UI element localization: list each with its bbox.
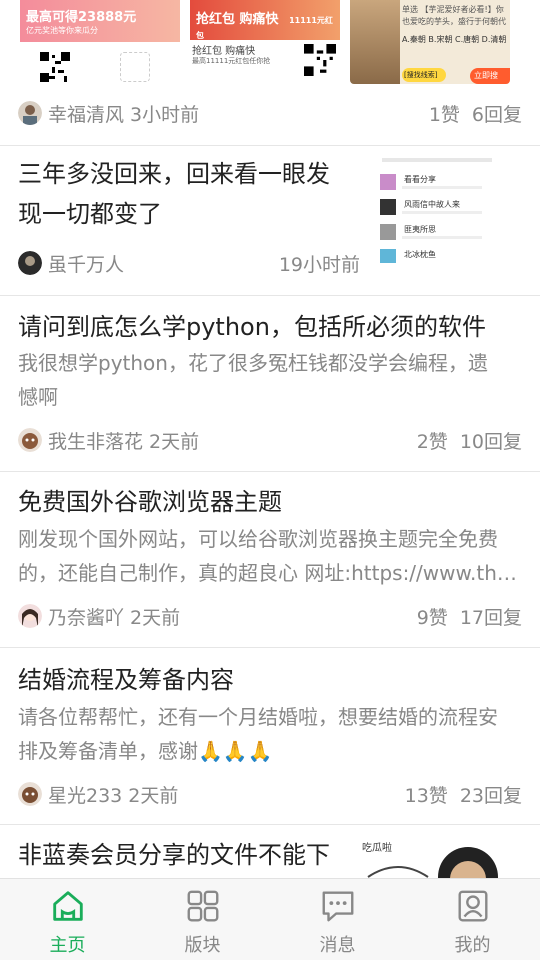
post-snippet: 请各位帮帮忙，还有一个月结婚啦，想要结婚的流程安: [18, 705, 498, 729]
thumb-row-label: 匪夷所思: [404, 225, 436, 234]
like-count: 2赞: [416, 430, 448, 453]
banner-subtext: 亿元奖池等你来瓜分: [26, 26, 98, 35]
post-meta: 我生非落花 2天前 2赞 10回复: [18, 427, 522, 453]
list-item[interactable]: 结婚流程及筹备内容 请各位帮帮忙，还有一个月结婚啦，想要结婚的流程安 排及筹备清…: [0, 648, 540, 824]
list-item[interactable]: 请问到底怎么学python，包括所必须的软件 我很想学python，花了很多冤枉…: [0, 296, 540, 471]
post-title: 结婚流程及筹备内容: [18, 666, 234, 694]
tab-profile[interactable]: 我的: [405, 879, 540, 960]
thumb-text: 吃瓜啦: [362, 843, 392, 854]
author-name[interactable]: 幸福清风: [48, 100, 124, 127]
banner-photo: [350, 0, 400, 84]
qr-code-icon: [304, 44, 336, 76]
top-post-images[interactable]: 最高可得23888元 亿元奖池等你来瓜分 抢红包 购痛快 11111元红包 抢红…: [0, 0, 540, 90]
post-snippet: 的，还能自己制作，真的超良心 网址:https://www.th…: [18, 561, 517, 585]
author-name[interactable]: 星光233: [48, 781, 122, 808]
banner-fine-print: 最高11111元红包任你抢: [192, 57, 271, 65]
bottom-tab-bar: 主页 版块 消息 我的: [0, 878, 540, 960]
thumb-row-label: 北冰枕鱼: [404, 250, 436, 259]
like-count: 1赞: [428, 103, 460, 126]
post-snippet: 排及筹备清单，感谢🙏🙏🙏: [18, 739, 273, 763]
quiz-banner-image[interactable]: 单选 【芋泥爱好者必看!】你也爱吃的芋头，盛行于何朝代 A.秦朝 B.宋朝 C.…: [350, 0, 510, 84]
reply-count: 6回复: [471, 103, 522, 126]
message-icon: [322, 891, 353, 922]
quiz-cta-button: 立即搜: [470, 68, 510, 84]
quiz-question: 单选 【芋泥爱好者必看!】你也爱吃的芋头，盛行于何朝代: [402, 5, 506, 26]
banner-caption: 抢红包 购痛快: [192, 46, 256, 57]
post-title: 免费国外谷歌浏览器主题: [18, 488, 282, 516]
list-item[interactable]: 三年多没回来，回来看一眼发 现一切都变了 看看分享 风雨信中故人来 匪夷所思 北…: [0, 146, 540, 295]
post-snippet: 憾啊: [18, 385, 58, 409]
thumb-row-label: 看看分享: [404, 175, 436, 184]
post-title: 三年多没回来，回来看一眼发: [18, 160, 330, 188]
qr-code-icon: [40, 52, 70, 82]
list-item[interactable]: 免费国外谷歌浏览器主题 刚发现个国外网站，可以给谷歌浏览器换主题完全免费 的，还…: [0, 472, 540, 647]
post-time: 2天前: [128, 784, 179, 807]
avatar[interactable]: [18, 782, 42, 806]
tab-label: 我的: [454, 935, 491, 956]
avatar[interactable]: [18, 428, 42, 452]
post-title: 现一切都变了: [18, 200, 162, 228]
quiz-options: A.秦朝 B.宋朝 C.唐朝 D.清朝: [402, 35, 507, 44]
reply-count: 10回复: [459, 430, 522, 453]
like-count: 13赞: [404, 784, 448, 807]
avatar[interactable]: [18, 604, 42, 628]
post-thumbnail[interactable]: 吃瓜啦: [358, 837, 520, 878]
reply-count: 23回复: [459, 784, 522, 807]
banner-headline: 抢红包 购痛快: [196, 12, 279, 27]
tab-home[interactable]: 主页: [0, 879, 135, 960]
like-count: 9赞: [416, 606, 448, 629]
thumb-row-label: 风雨信中故人来: [404, 200, 460, 209]
author-name[interactable]: 我生非落花: [48, 427, 143, 454]
fingerprint-icon: [120, 52, 150, 82]
profile-icon: [458, 890, 487, 922]
post-title: 请问到底怎么学python，包括所必须的软件: [18, 313, 486, 341]
reply-count: 17回复: [459, 606, 522, 629]
promo-banner-image[interactable]: 最高可得23888元 亿元奖池等你来瓜分: [20, 0, 180, 84]
banner-headline: 最高可得23888元: [26, 10, 137, 25]
post-time: 2天前: [130, 606, 181, 629]
post-snippet: 刚发现个国外网站，可以给谷歌浏览器换主题完全免费: [18, 527, 498, 551]
post-meta: 虽千万人 19小时前: [18, 250, 360, 276]
post-meta: 幸福清风 3小时前 1赞 6回复: [18, 100, 522, 126]
post-feed[interactable]: 最高可得23888元 亿元奖池等你来瓜分 抢红包 购痛快 11111元红包 抢红…: [0, 0, 540, 878]
tab-messages[interactable]: 消息: [270, 879, 405, 960]
avatar[interactable]: [18, 251, 42, 275]
tab-sections[interactable]: 版块: [135, 879, 270, 960]
post-title: 非蓝奏会员分享的文件不能下: [18, 841, 330, 869]
tab-label: 版块: [184, 935, 221, 956]
post-time: 3小时前: [130, 103, 200, 126]
list-item[interactable]: 非蓝奏会员分享的文件不能下 吃瓜啦: [0, 825, 540, 878]
post-meta: 星光233 2天前 13赞 23回复: [18, 781, 522, 807]
author-name[interactable]: 乃奈酱吖: [48, 603, 124, 630]
post-meta: 乃奈酱吖 2天前 9赞 17回复: [18, 603, 522, 629]
post-time: 19小时前: [278, 253, 360, 276]
author-name[interactable]: 虽千万人: [48, 250, 124, 277]
red-packet-banner-image[interactable]: 抢红包 购痛快 11111元红包 抢红包 购痛快 最高11111元红包任你抢: [190, 0, 340, 84]
post-thumbnail[interactable]: 看看分享 风雨信中故人来 匪夷所思 北冰枕鱼: [376, 152, 540, 264]
home-icon: [52, 891, 83, 921]
quiz-search-hint: [搜找线索]: [402, 68, 446, 82]
post-snippet: 我很想学python，花了很多冤枉钱都没学会编程，遗: [18, 351, 488, 375]
avatar[interactable]: [18, 101, 42, 125]
post-time: 2天前: [149, 430, 200, 453]
grid-icon: [187, 890, 218, 922]
tab-label: 消息: [319, 935, 356, 956]
tab-label: 主页: [49, 935, 86, 956]
